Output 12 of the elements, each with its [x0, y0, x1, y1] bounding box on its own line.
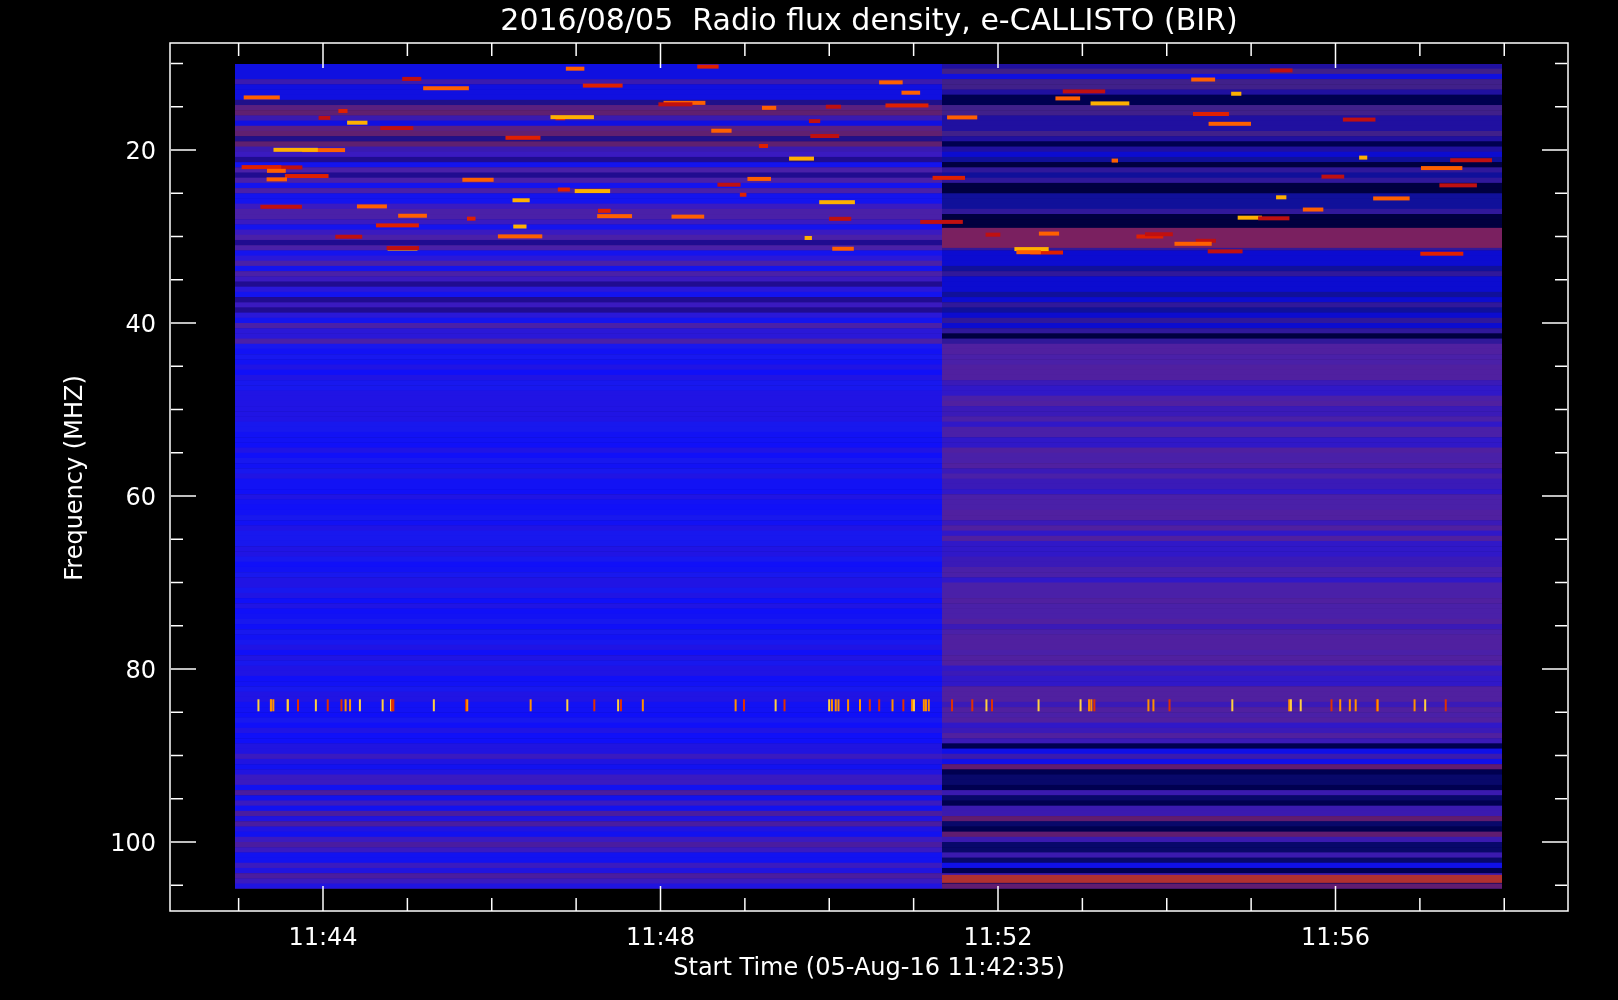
tick-label: 11:48: [625, 923, 696, 951]
tick-label: 20: [125, 137, 156, 165]
tick-label: 11:56: [1300, 923, 1371, 951]
tick-label: 80: [125, 656, 156, 684]
tick-label: 100: [110, 829, 156, 857]
tick-label: 40: [125, 310, 156, 338]
axis-label: Frequency (MHZ): [60, 375, 88, 581]
tick-label: 60: [125, 483, 156, 511]
chart-title: 2016/08/05 Radio flux density, e-CALLISTO (BIR): [500, 2, 1238, 37]
tick-label: 11:44: [288, 923, 358, 951]
axis-label: Start Time (05-Aug-16 11:42:35): [673, 953, 1065, 981]
tick-label: 11:52: [963, 923, 1033, 951]
